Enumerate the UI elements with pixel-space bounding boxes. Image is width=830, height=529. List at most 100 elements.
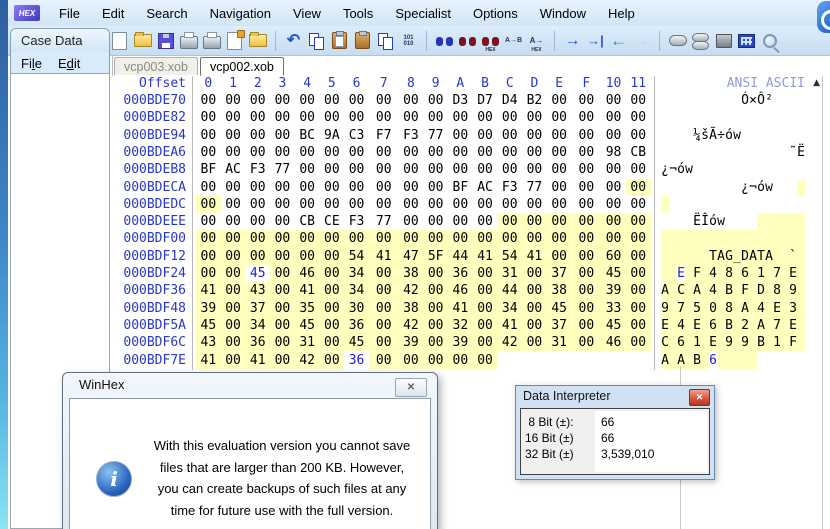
ascii-char[interactable] [701,179,709,196]
ascii-char[interactable]: C [661,334,669,351]
ascii-char[interactable] [685,334,693,351]
ascii-char[interactable]: 7 [773,317,781,334]
ascii-char[interactable] [677,92,685,109]
replace-text-icon[interactable]: A→B [502,29,525,52]
ascii-char[interactable] [733,352,741,369]
hex-byte[interactable]: 00 [270,196,295,213]
hex-byte[interactable]: 00 [522,196,547,213]
hex-byte[interactable]: 36 [448,265,473,282]
hex-byte[interactable]: 00 [547,248,572,265]
ascii-char[interactable]: A [677,352,685,369]
ascii-char[interactable]: 9 [661,300,669,317]
ascii-char[interactable] [733,196,741,213]
hex-byte[interactable]: 00 [369,144,399,161]
ascii-char[interactable] [733,161,741,178]
ascii-char[interactable] [797,317,805,334]
hex-byte[interactable]: 36 [245,334,270,351]
ascii-char[interactable] [661,265,669,282]
ascii-char[interactable] [733,109,741,126]
hex-byte[interactable]: 46 [601,334,626,351]
case-menu-file[interactable]: File [21,56,42,71]
ascii-char[interactable] [725,230,733,247]
hex-byte[interactable]: 00 [572,161,602,178]
hex-byte[interactable]: 00 [221,179,246,196]
ascii-char[interactable] [685,317,693,334]
hex-byte[interactable]: 00 [626,265,651,282]
hex-byte[interactable]: 00 [572,127,602,144]
hex-byte[interactable]: 00 [547,144,572,161]
hex-byte[interactable]: 00 [270,92,295,109]
hex-byte[interactable]: 00 [344,109,369,126]
ascii-char[interactable]: T [709,248,717,265]
hex-byte[interactable]: 41 [497,317,522,334]
hex-byte[interactable]: 00 [423,282,448,299]
hex-byte[interactable]: 00 [423,196,448,213]
ascii-char[interactable] [797,300,805,317]
hex-byte[interactable]: 00 [196,213,221,230]
find-again-icon[interactable] [456,29,479,52]
hex-byte[interactable]: 00 [369,352,399,369]
ascii-char[interactable] [757,196,765,213]
ascii-char[interactable] [749,213,757,230]
hex-byte[interactable]: 00 [245,213,270,230]
hex-byte[interactable]: 00 [522,334,547,351]
ascii-char[interactable] [701,161,709,178]
ascii-char[interactable] [749,127,757,144]
hex-byte[interactable]: AC [473,179,498,196]
position-forward-icon[interactable]: → [630,29,653,52]
ascii-char[interactable] [797,179,805,196]
hex-byte[interactable]: 00 [626,92,651,109]
ascii-char[interactable] [677,248,685,265]
ascii-char[interactable] [741,352,749,369]
ascii-char[interactable] [773,127,781,144]
ascii-char[interactable] [661,109,669,126]
ascii-char[interactable] [797,109,805,126]
hex-byte[interactable]: 00 [196,230,221,247]
ascii-char[interactable] [733,334,741,351]
hex-byte[interactable]: 42 [399,317,424,334]
hex-byte[interactable]: 00 [448,213,473,230]
ascii-char[interactable] [669,352,677,369]
ascii-char[interactable]: ¿ [661,161,669,178]
ascii-char[interactable] [685,109,693,126]
ascii-char[interactable] [765,334,773,351]
hex-byte[interactable]: 00 [626,282,651,299]
hex-byte[interactable]: 00 [295,161,320,178]
ascii-char[interactable] [717,265,725,282]
hex-byte[interactable]: 00 [320,352,345,369]
ascii-char[interactable] [765,127,773,144]
hex-byte[interactable]: 77 [270,161,295,178]
hex-byte[interactable]: 00 [423,213,448,230]
ascii-char[interactable]: 1 [773,334,781,351]
ascii-char[interactable] [669,248,677,265]
ascii-char[interactable] [741,213,749,230]
ascii-char[interactable] [725,109,733,126]
hex-byte[interactable]: 00 [448,144,473,161]
hex-byte[interactable]: 00 [270,265,295,282]
ascii-char[interactable]: A [717,248,725,265]
hex-byte[interactable]: 00 [448,109,473,126]
ascii-char[interactable]: Ô [757,92,765,109]
copy-hex-icon[interactable] [374,29,397,52]
hex-byte[interactable]: 00 [572,109,602,126]
hex-byte[interactable]: 00 [369,196,399,213]
hex-byte[interactable]: 77 [369,213,399,230]
magnifier-icon[interactable] [758,29,781,52]
hex-byte[interactable]: 00 [270,248,295,265]
hex-byte[interactable]: 00 [221,196,246,213]
find-hex-icon[interactable]: HEX [479,29,502,52]
ascii-char[interactable] [765,196,773,213]
hex-byte[interactable]: CE [320,213,345,230]
hex-byte[interactable]: 00 [196,248,221,265]
ascii-char[interactable] [661,179,669,196]
hex-byte[interactable]: 00 [497,109,522,126]
hex-byte[interactable]: 00 [572,282,602,299]
ascii-char[interactable] [701,144,709,161]
hex-byte[interactable]: 42 [497,334,522,351]
ascii-char[interactable] [661,248,669,265]
hex-byte[interactable]: 42 [399,282,424,299]
ascii-char[interactable] [773,92,781,109]
hex-byte[interactable]: 00 [473,144,498,161]
hex-byte[interactable]: 00 [547,161,572,178]
ascii-char[interactable]: A [661,282,669,299]
